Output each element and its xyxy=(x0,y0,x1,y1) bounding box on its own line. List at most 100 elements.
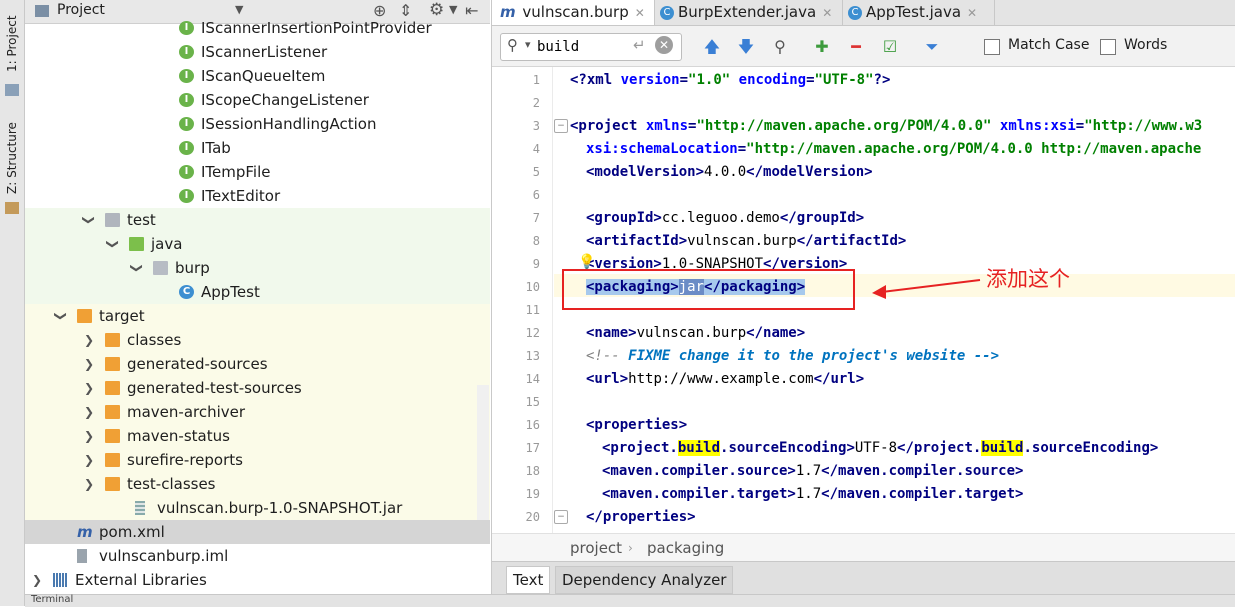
line-number-gutter: 1 2 3 4 5 6 7 8 9 10 11 12 13 14 15 16 17 18 19 20 xyxy=(492,67,553,533)
tree-item[interactable]: ❯ java xyxy=(25,232,490,256)
chevron-right-icon[interactable]: ❯ xyxy=(83,424,95,448)
libraries-icon xyxy=(53,573,68,587)
tree-item-label: IScannerListener xyxy=(201,43,328,61)
code-line: <url>http://www.example.com</url> xyxy=(586,371,865,387)
tree-item[interactable]: ❯ maven-status xyxy=(25,424,490,448)
package-icon xyxy=(153,261,168,275)
tree-item[interactable]: ❯ target xyxy=(25,304,490,328)
chevron-right-icon[interactable]: ❯ xyxy=(83,352,95,376)
line-number: 13 xyxy=(525,349,540,363)
tree-item-label: ITab xyxy=(201,139,231,157)
tree-item[interactable]: ❯ test-classes xyxy=(25,472,490,496)
tree-item[interactable]: m pom.xml xyxy=(25,520,490,544)
close-icon[interactable]: ✕ xyxy=(635,6,645,20)
tree-item[interactable]: ❯ surefire-reports xyxy=(25,448,490,472)
breadcrumb: project › packaging xyxy=(492,533,1235,562)
search-icon[interactable]: ⚲ xyxy=(507,36,518,54)
chevron-down-icon[interactable]: ▼ xyxy=(235,3,243,16)
terminal-tab[interactable]: Terminal xyxy=(31,594,73,605)
find-all-icon[interactable]: ⚲ xyxy=(770,37,790,57)
tab-apptest-java[interactable]: C AppTest.java ✕ xyxy=(844,0,995,25)
tree-item[interactable]: I IScannerInsertionPointProvider xyxy=(25,16,490,40)
breadcrumb-item[interactable]: packaging xyxy=(647,534,724,562)
tree-item[interactable]: ❯ External Libraries xyxy=(25,568,490,592)
tree-item[interactable]: C AppTest xyxy=(25,280,490,304)
gear-dropdown-icon[interactable]: ▼ xyxy=(449,3,457,16)
next-occurrence-icon[interactable]: 🡇 xyxy=(736,37,756,57)
structure-tool-tab[interactable]: Z: Structure xyxy=(2,118,22,218)
tree-scrollbar[interactable] xyxy=(477,385,489,520)
fold-marker-icon[interactable]: − xyxy=(554,510,568,524)
words-checkbox[interactable] xyxy=(1100,39,1116,55)
chevron-right-icon[interactable]: ❯ xyxy=(83,328,95,352)
lightbulb-icon[interactable]: 💡 xyxy=(578,254,595,270)
tree-item-label: test xyxy=(127,211,156,229)
annotation-highlight-box xyxy=(562,269,855,310)
match-case-label: Match Case xyxy=(1008,37,1090,53)
fold-marker-icon[interactable]: − xyxy=(554,119,568,133)
line-number: 9 xyxy=(532,257,540,271)
chevron-down-icon[interactable]: ❯ xyxy=(101,238,125,250)
add-occurrence-icon[interactable]: ✚ xyxy=(812,37,832,57)
class-icon: C xyxy=(848,5,862,20)
tree-item[interactable]: I ISessionHandlingAction xyxy=(25,112,490,136)
chevron-right-icon[interactable]: ❯ xyxy=(83,376,95,400)
excluded-folder-icon xyxy=(105,333,120,347)
code-line: <artifactId>vulnscan.burp</artifactId> xyxy=(586,233,907,249)
tree-item[interactable]: ❯ generated-test-sources xyxy=(25,376,490,400)
select-all-occurrences-icon[interactable]: ☑ xyxy=(880,37,900,57)
tree-item[interactable]: I IScannerListener xyxy=(25,40,490,64)
close-icon[interactable]: ✕ xyxy=(822,6,832,20)
excluded-folder-icon xyxy=(105,477,120,491)
tree-item[interactable]: ❯ burp xyxy=(25,256,490,280)
line-number: 18 xyxy=(525,464,540,478)
tab-dependency-analyzer[interactable]: Dependency Analyzer xyxy=(555,566,734,594)
line-number: 6 xyxy=(532,188,540,202)
tree-item[interactable]: I IScopeChangeListener xyxy=(25,88,490,112)
filter-icon[interactable]: ⏷ xyxy=(922,37,942,57)
remove-occurrence-icon[interactable]: ━ xyxy=(846,37,866,57)
close-icon[interactable]: ✕ xyxy=(967,6,977,20)
tree-item[interactable]: I ITempFile xyxy=(25,160,490,184)
source-folder-icon xyxy=(129,237,144,251)
tree-item[interactable]: I ITextEditor xyxy=(25,184,490,208)
chevron-right-icon[interactable]: ❯ xyxy=(83,448,95,472)
match-case-checkbox[interactable] xyxy=(984,39,1000,55)
interface-icon: I xyxy=(179,141,194,155)
tree-item[interactable]: vulnscanburp.iml xyxy=(25,544,490,568)
tab-text[interactable]: Text xyxy=(506,566,551,594)
chevron-down-icon[interactable]: ❯ xyxy=(77,214,101,226)
class-icon: C xyxy=(660,5,674,20)
search-input[interactable] xyxy=(535,36,639,58)
line-number: 5 xyxy=(532,165,540,179)
search-history-icon[interactable]: ▾ xyxy=(525,38,531,51)
tab-pom-xml[interactable]: m vulnscan.burp ✕ xyxy=(492,0,655,25)
tree-item-label: test-classes xyxy=(127,475,216,493)
jar-icon xyxy=(135,501,145,515)
chevron-right-icon[interactable]: ❯ xyxy=(83,472,95,496)
interface-icon: I xyxy=(179,189,194,203)
code-line: xsi:schemaLocation="http://maven.apache.… xyxy=(586,141,1202,157)
tab-burpextender-java[interactable]: C BurpExtender.java ✕ xyxy=(656,0,843,25)
code-line: <name>vulnscan.burp</name> xyxy=(586,325,806,341)
breadcrumb-separator-icon: › xyxy=(628,541,633,555)
tree-item[interactable]: ❯ maven-archiver xyxy=(25,400,490,424)
tree-item-label: generated-test-sources xyxy=(127,379,302,397)
chevron-right-icon[interactable]: ❯ xyxy=(31,568,43,592)
class-icon: C xyxy=(179,285,194,299)
tree-item[interactable]: vulnscan.burp-1.0-SNAPSHOT.jar xyxy=(25,496,490,520)
project-tool-tab[interactable]: 1: Project xyxy=(2,8,22,98)
chevron-down-icon[interactable]: ❯ xyxy=(125,262,149,274)
tree-item[interactable]: ❯ classes xyxy=(25,328,490,352)
interface-icon: I xyxy=(179,45,194,59)
chevron-down-icon[interactable]: ❯ xyxy=(49,310,73,322)
clear-search-icon[interactable]: ✕ xyxy=(655,36,673,54)
tree-item[interactable]: I ITab xyxy=(25,136,490,160)
previous-occurrence-icon[interactable]: 🡅 xyxy=(702,37,722,57)
newline-icon[interactable]: ↵ xyxy=(633,36,646,54)
chevron-right-icon[interactable]: ❯ xyxy=(83,400,95,424)
breadcrumb-item[interactable]: project xyxy=(570,534,622,562)
tree-item[interactable]: ❯ test xyxy=(25,208,490,232)
tree-item[interactable]: ❯ generated-sources xyxy=(25,352,490,376)
tree-item[interactable]: I IScanQueueItem xyxy=(25,64,490,88)
